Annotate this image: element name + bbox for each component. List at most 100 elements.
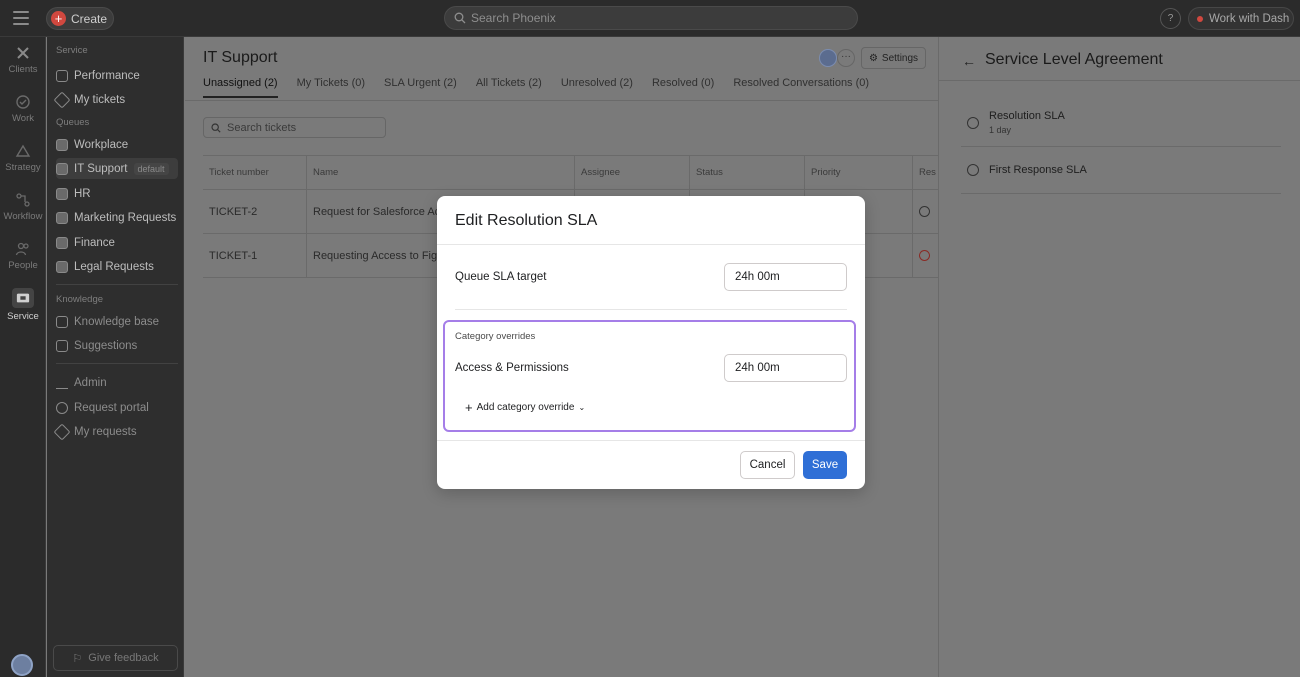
sidebar-item-marketing-requests[interactable]: Marketing Requests [56, 207, 178, 228]
check-circle-icon [16, 95, 30, 109]
add-category-override-button[interactable]: + Add category override ⌄ [465, 399, 586, 415]
chevron-down-icon: ⌄ [578, 403, 586, 412]
queue-tabs: Unassigned (2) My Tickets (0) SLA Urgent… [203, 77, 888, 98]
sidebar-item-knowledge-base[interactable]: Knowledge base [56, 311, 178, 332]
create-button[interactable]: + Create [46, 7, 114, 30]
sidebar-item-performance[interactable]: Performance [56, 65, 178, 86]
settings-button[interactable]: ⚙ Settings [861, 47, 926, 69]
override-category-label: Access & Permissions [455, 362, 569, 374]
member-avatar[interactable] [819, 49, 837, 67]
settings-label: Settings [881, 52, 919, 64]
sliders-icon [56, 377, 68, 389]
rail-label: Workflow [3, 211, 43, 222]
sidebar-item-label: HR [74, 187, 91, 200]
sidebar-divider [56, 284, 178, 285]
chart-icon [56, 69, 68, 82]
triangle-icon [15, 144, 31, 157]
sidebar-heading-service: Service [56, 45, 88, 56]
sidebar-item-request-portal[interactable]: Request portal [56, 397, 178, 418]
work-with-dash-button[interactable]: Work with Dash [1188, 7, 1294, 30]
tab-all-tickets[interactable]: All Tickets (2) [476, 77, 542, 98]
sidebar-item-it-support[interactable]: IT Support default [56, 158, 178, 179]
rail-item-strategy[interactable]: Strategy [0, 143, 46, 173]
sidebar-item-label: Finance [74, 236, 115, 249]
tab-unassigned[interactable]: Unassigned (2) [203, 77, 278, 98]
cancel-button[interactable]: Cancel [740, 451, 795, 479]
top-bar: + Create Search Phoenix ? Work with Dash [0, 0, 1300, 37]
sidebar-item-label: Admin [74, 376, 107, 389]
sidebar-item-label: My requests [74, 425, 137, 438]
plus-icon: + [51, 11, 66, 26]
rail-label: Service [7, 311, 39, 322]
ticket-search-placeholder: Search tickets [227, 121, 297, 134]
megaphone-icon: ⚐ [72, 652, 83, 665]
global-search-input[interactable]: Search Phoenix [444, 6, 858, 30]
sidebar-item-my-requests[interactable]: My requests [53, 421, 178, 442]
column-header[interactable]: Assignee [575, 156, 690, 189]
default-badge: default [133, 162, 169, 175]
sidebar-item-hr[interactable]: HR [56, 183, 178, 204]
tab-sla-urgent[interactable]: SLA Urgent (2) [384, 77, 457, 98]
tab-unresolved[interactable]: Unresolved (2) [561, 77, 633, 98]
rail-label: People [8, 260, 38, 271]
rail-item-workflow[interactable]: Workflow [0, 192, 46, 222]
category-overrides-heading: Category overrides [455, 331, 536, 342]
rail-item-service[interactable]: Service [0, 288, 46, 322]
search-icon [211, 122, 221, 133]
plus-icon: + [465, 399, 473, 415]
give-feedback-button[interactable]: ⚐ Give feedback [53, 645, 178, 671]
people-icon [15, 242, 29, 256]
queue-icon [56, 138, 68, 151]
back-arrow-icon[interactable]: ← [962, 53, 976, 69]
resolution-cell [913, 190, 938, 233]
queue-icon [56, 236, 68, 249]
sidebar-item-admin[interactable]: Admin [56, 372, 178, 393]
dialog-header-divider [437, 244, 865, 245]
sidebar-item-label: Marketing Requests [74, 211, 177, 224]
sidebar: Service Performance My tickets Queues Wo… [47, 37, 184, 677]
tab-resolved-conversations[interactable]: Resolved Conversations (0) [733, 77, 869, 98]
sla-panel: ← Service Level Agreement Resolution SLA… [938, 37, 1300, 677]
column-header[interactable]: Ticket number [203, 156, 307, 189]
ticket-number-cell: TICKET-1 [203, 234, 307, 277]
sidebar-item-my-tickets[interactable]: My tickets [53, 89, 178, 110]
more-members-button[interactable]: ··· [837, 49, 855, 67]
menu-icon[interactable] [13, 11, 29, 25]
dialog-title: Edit Resolution SLA [455, 212, 598, 229]
tab-resolved[interactable]: Resolved (0) [652, 77, 714, 98]
workflow-icon [16, 193, 30, 207]
sidebar-heading-knowledge: Knowledge [56, 294, 104, 305]
queue-sla-target-input[interactable]: 24h 00m [724, 263, 847, 291]
sla-item-first-response[interactable]: First Response SLA [961, 147, 1281, 194]
page-title: IT Support [203, 49, 278, 66]
rail-item-people[interactable]: People [0, 241, 46, 271]
column-header[interactable]: Name [307, 156, 575, 189]
rail-item-clients[interactable]: Clients [0, 45, 46, 75]
tag-icon [53, 423, 71, 440]
ticket-icon [12, 288, 34, 308]
sidebar-item-finance[interactable]: Finance [56, 232, 178, 253]
user-avatar[interactable] [11, 654, 33, 676]
sidebar-item-suggestions[interactable]: Suggestions [56, 335, 178, 356]
sla-item-resolution[interactable]: Resolution SLA 1 day [961, 101, 1281, 147]
help-button[interactable]: ? [1160, 8, 1181, 29]
sidebar-item-legal-requests[interactable]: Legal Requests [56, 256, 178, 277]
work-with-label: Work with Dash [1209, 12, 1290, 25]
column-header[interactable]: Priority [805, 156, 913, 189]
rail-item-work[interactable]: Work [0, 94, 46, 124]
panel-divider [939, 80, 1300, 81]
sidebar-item-label: Suggestions [74, 339, 138, 352]
sidebar-item-workplace[interactable]: Workplace [56, 134, 178, 155]
override-sla-input[interactable]: 24h 00m [724, 354, 847, 382]
column-header[interactable]: Res [913, 156, 938, 189]
queue-icon [56, 187, 68, 200]
queue-sla-target-label: Queue SLA target [455, 271, 547, 283]
sidebar-item-label: Performance [74, 69, 140, 82]
tab-my-tickets[interactable]: My Tickets (0) [297, 77, 365, 98]
column-header[interactable]: Status [690, 156, 805, 189]
rail-label: Strategy [5, 162, 41, 173]
save-button[interactable]: Save [803, 451, 847, 479]
sla-item-name: Resolution SLA [989, 110, 1065, 122]
sidebar-item-label: IT Support [74, 162, 128, 175]
ticket-search-input[interactable]: Search tickets [203, 117, 386, 138]
